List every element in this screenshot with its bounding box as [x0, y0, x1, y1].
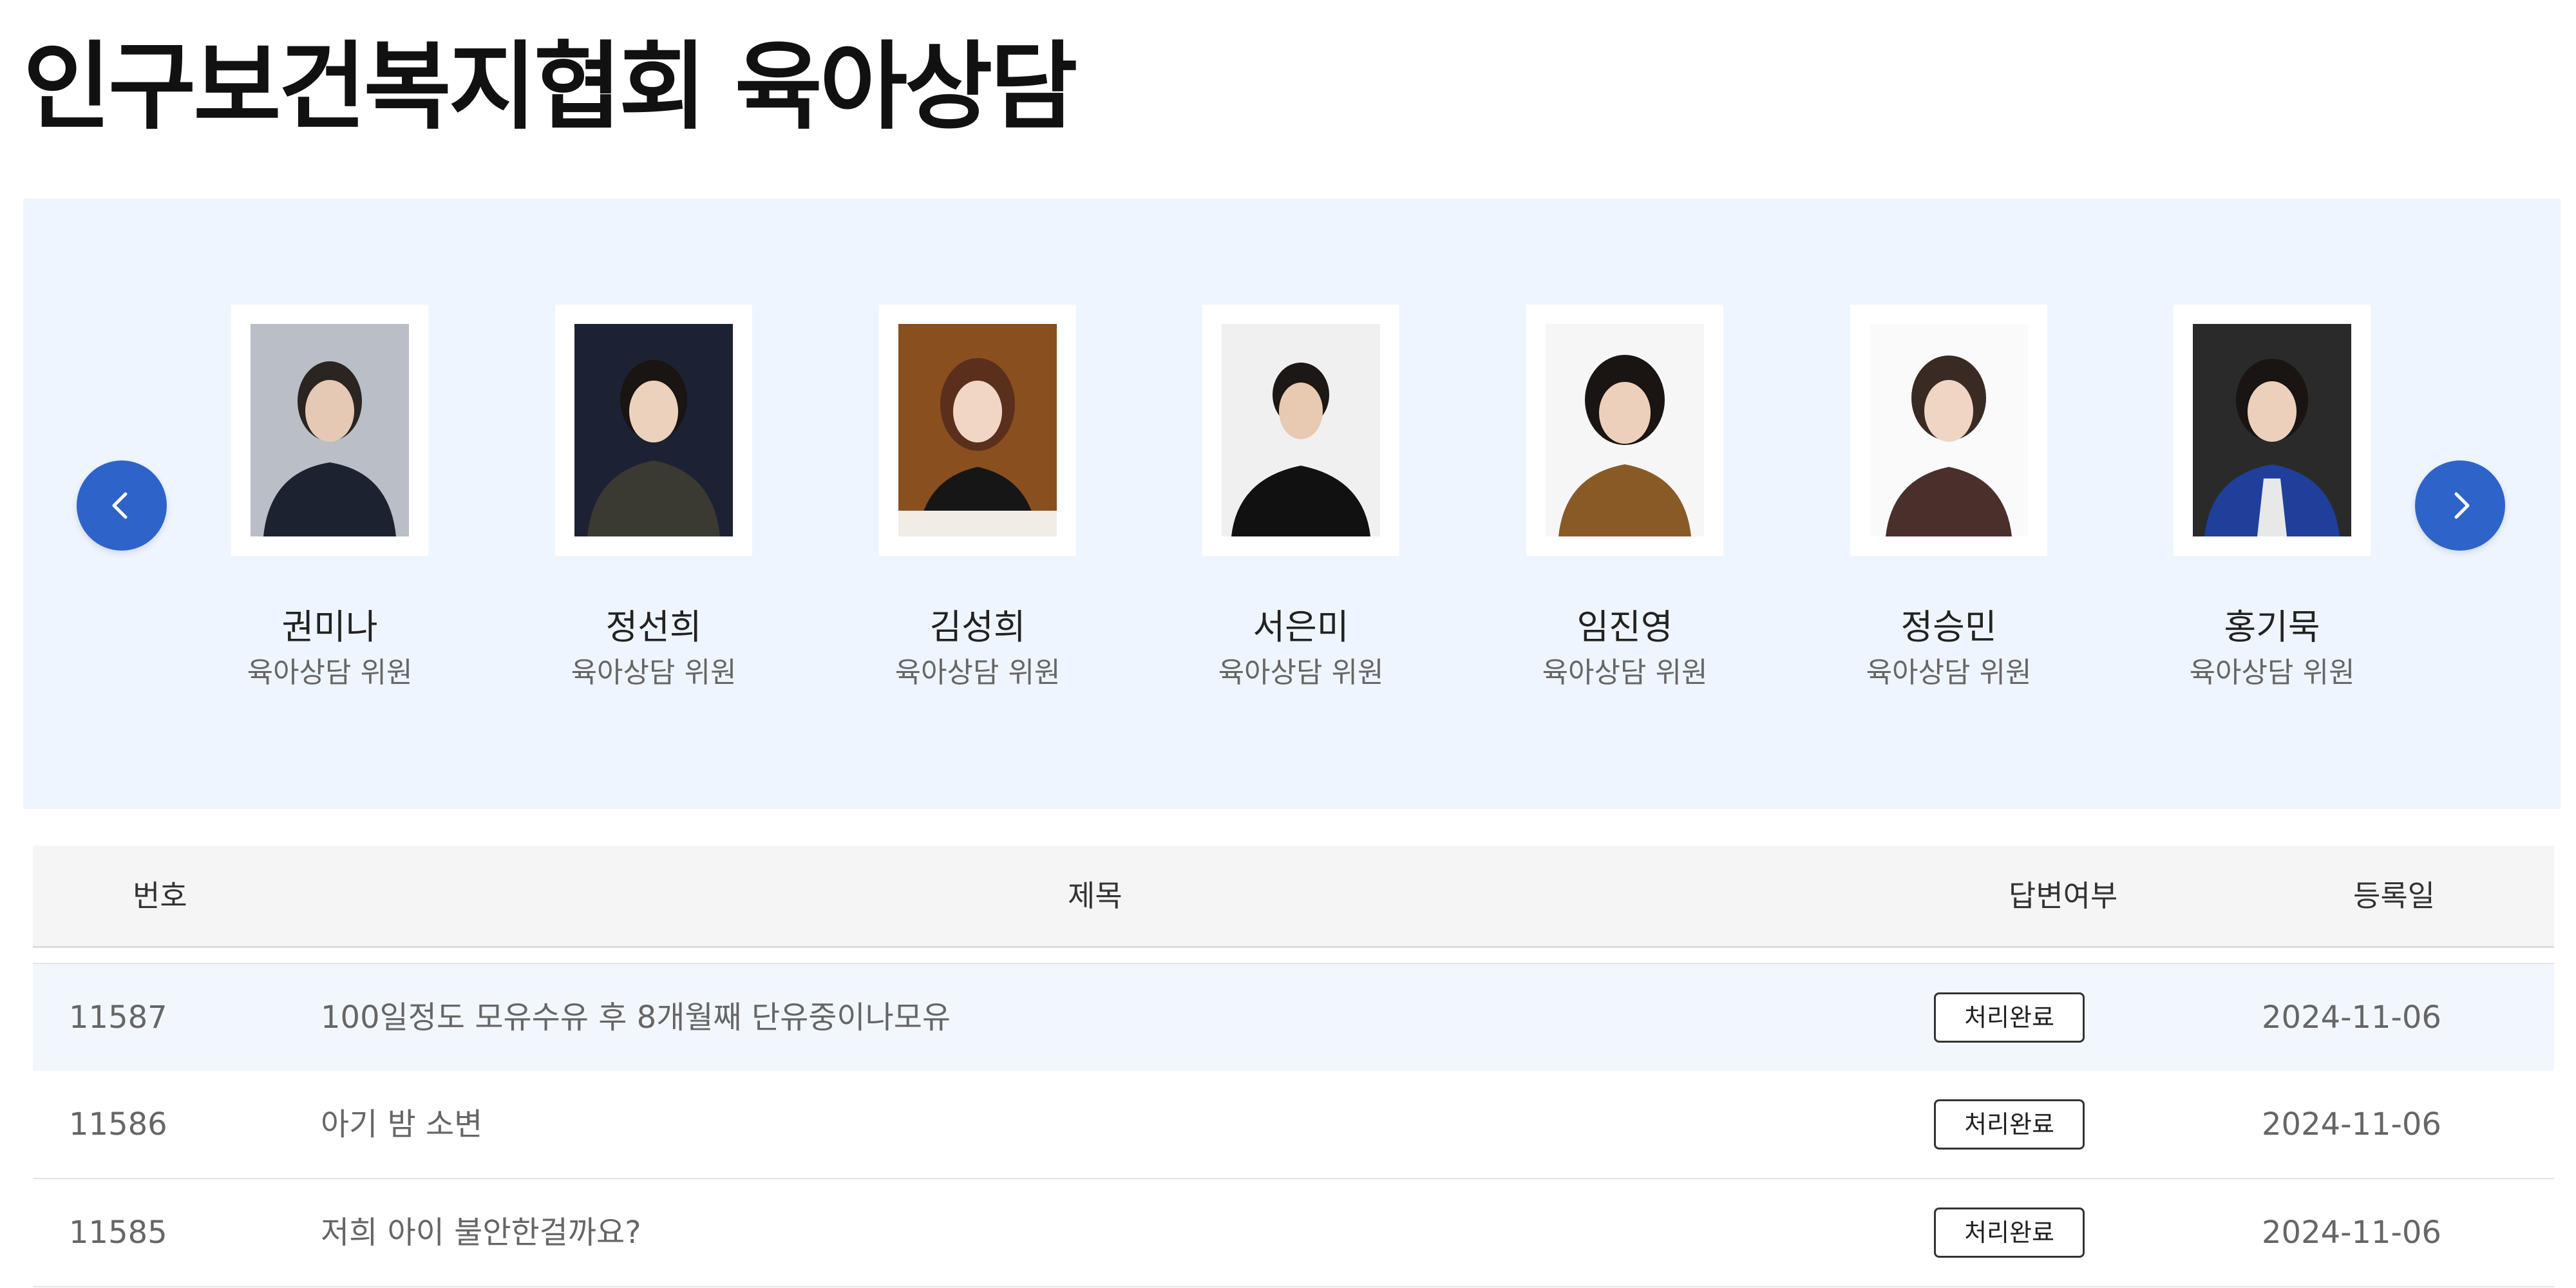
chevron-right-icon [2454, 492, 2470, 519]
header-answered: 답변여부 [2009, 878, 2118, 913]
counselor-name: 서은미 [1253, 607, 1349, 647]
counselor-photo [1870, 324, 2028, 536]
counselor-card[interactable]: 권미나 육아상담 위원 [201, 305, 459, 692]
page-title: 인구보건복지협회 육아상담 [23, 32, 1077, 142]
counselor-card[interactable]: 정선희 육아상담 위원 [525, 305, 782, 692]
carousel-prev-button[interactable] [77, 460, 167, 551]
counselor-name: 정승민 [1900, 607, 1997, 647]
status-badge: 처리완료 [1934, 992, 2085, 1043]
counselor-photo [1546, 324, 1704, 536]
counselor-card[interactable]: 홍기묵 육아상담 위원 [2143, 305, 2401, 692]
counselor-photo-frame[interactable] [879, 305, 1076, 556]
counselor-photo-frame[interactable] [1850, 305, 2047, 556]
counselor-name: 홍기묵 [2224, 607, 2320, 647]
status-badge: 처리완료 [1934, 1099, 2085, 1150]
counselor-role: 육아상담 위원 [1542, 656, 1708, 689]
row-number: 11587 [69, 999, 167, 1036]
row-number: 11585 [69, 1215, 167, 1251]
row-date: 2024-11-06 [2262, 1215, 2441, 1251]
counselor-name: 임진영 [1577, 607, 1673, 647]
row-subject-link[interactable]: 100일정도 모유수유 후 8개월째 단유중이나모유 [321, 964, 951, 1071]
counselor-name: 김성희 [929, 607, 1026, 647]
row-subject-link[interactable]: 아기 밤 소변 [321, 1071, 482, 1178]
page: 인구보건복지협회 육아상담 권미나 육아상담 위원 정선희 육아상담 위원 김성… [0, 0, 2576, 1288]
counselor-card[interactable]: 정승민 육아상담 위원 [1820, 305, 2078, 692]
header-date: 등록일 [2353, 878, 2435, 913]
counselor-photo-frame[interactable] [555, 305, 752, 556]
counselor-photo-frame[interactable] [1526, 305, 1723, 556]
counselor-carousel: 권미나 육아상담 위원 정선희 육아상담 위원 김성희 육아상담 위원 서은미 … [23, 198, 2561, 809]
counselor-role: 육아상담 위원 [1218, 656, 1384, 689]
row-number: 11586 [69, 1106, 167, 1142]
row-subject-link[interactable]: 저희 아이 불안한걸까요? [321, 1179, 641, 1286]
counselor-role: 육아상담 위원 [247, 656, 413, 689]
counselor-name: 정선희 [605, 607, 702, 647]
table-row[interactable]: 11586 아기 밤 소변 처리완료 2024-11-06 [33, 1071, 2554, 1179]
counselor-photo [2193, 324, 2351, 536]
counselor-name: 권미나 [281, 607, 378, 647]
header-number: 번호 [133, 878, 187, 913]
counselor-photo-frame[interactable] [1202, 305, 1399, 556]
counselor-card[interactable]: 임진영 육아상담 위원 [1496, 305, 1754, 692]
chevron-left-icon [112, 492, 128, 519]
counselor-photo-frame[interactable] [2174, 305, 2371, 556]
counselor-photo [1222, 324, 1380, 536]
counselor-role: 육아상담 위원 [571, 656, 737, 689]
counselor-role: 육아상담 위원 [2189, 656, 2355, 689]
counselor-card[interactable]: 김성희 육아상담 위원 [849, 305, 1106, 692]
header-subject: 제목 [1068, 878, 1122, 913]
counselor-card[interactable]: 서은미 육아상담 위원 [1172, 305, 1430, 692]
table-row[interactable]: 11585 저희 아이 불안한걸까요? 처리완료 2024-11-06 [33, 1179, 2554, 1287]
counselor-role: 육아상담 위원 [895, 656, 1061, 689]
consultation-board: 번호 제목 답변여부 등록일 11587 100일정도 모유수유 후 8개월째 … [33, 846, 2554, 1287]
table-row[interactable]: 11587 100일정도 모유수유 후 8개월째 단유중이나모유 처리완료 20… [33, 963, 2554, 1072]
table-header: 번호 제목 답변여부 등록일 [33, 846, 2554, 948]
counselor-photo [898, 324, 1057, 536]
counselor-role: 육아상담 위원 [1866, 656, 2032, 689]
row-date: 2024-11-06 [2262, 999, 2441, 1036]
counselor-photo-frame[interactable] [231, 305, 428, 556]
counselor-photo [574, 324, 733, 536]
counselor-photo [251, 324, 409, 536]
row-date: 2024-11-06 [2262, 1106, 2441, 1142]
status-badge: 처리완료 [1934, 1208, 2085, 1258]
carousel-next-button[interactable] [2415, 460, 2505, 551]
